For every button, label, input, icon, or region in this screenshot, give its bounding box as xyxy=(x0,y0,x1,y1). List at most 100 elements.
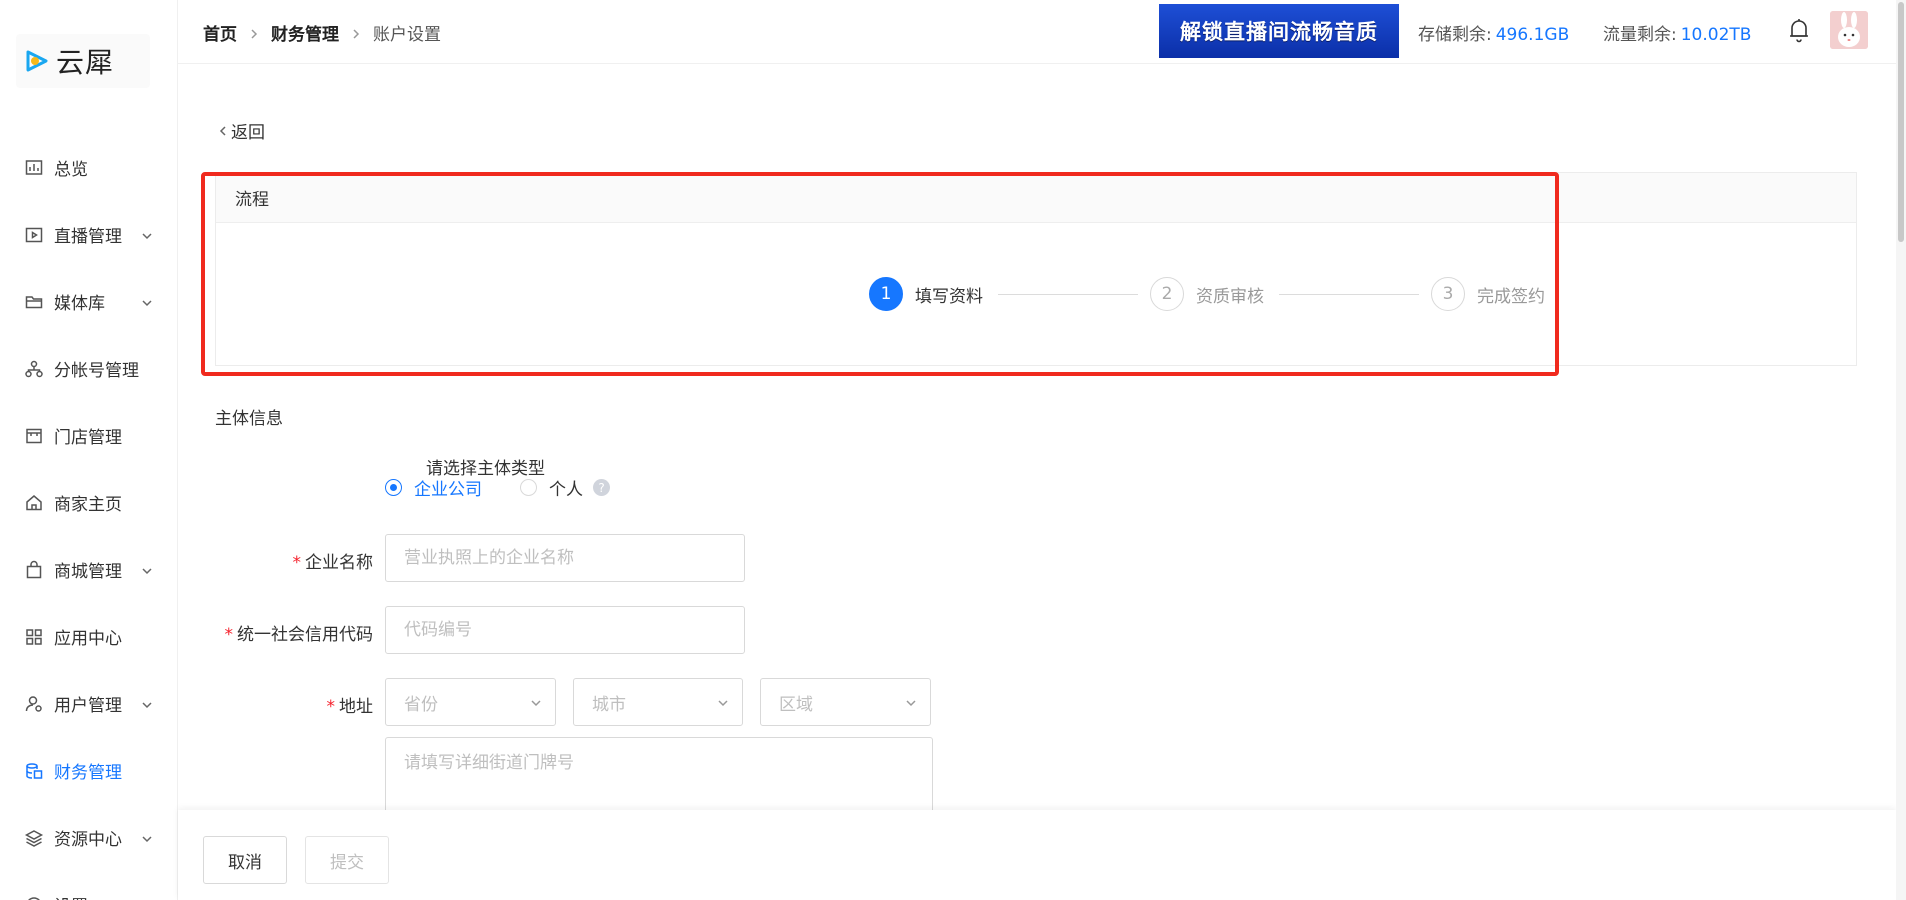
chevron-right-icon xyxy=(349,26,363,40)
sidebar-item-label: 设置 xyxy=(54,892,88,900)
sidebar-item-label: 直播管理 xyxy=(54,227,122,247)
breadcrumb-account-settings: 账户设置 xyxy=(373,25,441,45)
user-icon xyxy=(24,694,44,714)
step-label: 填写资料 xyxy=(915,286,983,307)
credit-code-input[interactable] xyxy=(385,606,745,654)
chart-icon xyxy=(24,158,44,178)
breadcrumb: 首页 财务管理 账户设置 xyxy=(203,20,441,45)
process-steps: 1 填写资料 2 资质审核 3 完成签约 xyxy=(216,223,1856,367)
step-sign: 3 完成签约 xyxy=(1431,277,1545,311)
sidebar-item-resources[interactable]: 资源中心 xyxy=(0,804,178,871)
scrollbar-thumb[interactable] xyxy=(1898,2,1904,242)
radio-company[interactable]: 企业公司 xyxy=(385,475,482,500)
radio-label: 企业公司 xyxy=(414,480,482,500)
avatar[interactable] xyxy=(1830,11,1868,49)
step-label: 资质审核 xyxy=(1196,286,1264,307)
chevron-down-icon xyxy=(140,563,154,577)
credit-code-label: * 统一社会信用代码 xyxy=(183,620,374,645)
bell-icon[interactable] xyxy=(1786,16,1812,44)
required-mark: * xyxy=(292,553,302,573)
step-number: 1 xyxy=(869,277,903,311)
play-icon xyxy=(24,225,44,245)
back-link[interactable]: 返回 xyxy=(217,118,265,143)
required-mark: * xyxy=(224,625,234,645)
grid-icon xyxy=(24,627,44,647)
step-number: 2 xyxy=(1150,277,1184,311)
chevron-down-icon xyxy=(140,697,154,711)
back-label: 返回 xyxy=(231,123,265,143)
help-icon[interactable]: ? xyxy=(593,479,610,496)
sidebar-item-merchant-home[interactable]: 商家主页 xyxy=(0,469,178,536)
sidebar-item-label: 分帐号管理 xyxy=(54,361,139,381)
coins-icon xyxy=(24,761,44,781)
traffic-value: 10.02TB xyxy=(1680,25,1752,45)
city-placeholder: 城市 xyxy=(592,694,626,715)
sidebar-item-overview[interactable]: 总览 xyxy=(0,134,178,201)
sidebar-item-live[interactable]: 直播管理 xyxy=(0,201,178,268)
chevron-down-icon xyxy=(140,228,154,242)
sidebar-item-app-center[interactable]: 应用中心 xyxy=(0,603,178,670)
step-number: 3 xyxy=(1431,277,1465,311)
credit-code-label-text: 统一社会信用代码 xyxy=(237,625,373,645)
chevron-left-icon xyxy=(219,125,226,136)
entity-type-radio-group: 企业公司 个人 ? xyxy=(385,475,610,500)
sidebar-item-mall[interactable]: 商城管理 xyxy=(0,536,178,603)
sidebar-item-label: 应用中心 xyxy=(54,629,122,649)
chevron-down-icon xyxy=(718,700,728,707)
radio-individual[interactable]: 个人 xyxy=(520,475,583,500)
breadcrumb-home[interactable]: 首页 xyxy=(203,20,237,45)
sidebar-item-label: 商家主页 xyxy=(54,495,122,515)
step-connector xyxy=(998,294,1138,295)
sidebar-item-sub-accounts[interactable]: 分帐号管理 xyxy=(0,335,178,402)
step-label: 完成签约 xyxy=(1477,286,1545,307)
sidebar-item-media[interactable]: 媒体库 xyxy=(0,268,178,335)
city-select[interactable]: 城市 xyxy=(573,678,743,726)
province-placeholder: 省份 xyxy=(404,694,438,715)
district-select[interactable]: 区域 xyxy=(760,678,931,726)
district-placeholder: 区域 xyxy=(779,694,813,715)
radio-label: 个人 xyxy=(549,480,583,500)
traffic-label: 流量剩余: xyxy=(1603,25,1677,45)
org-icon xyxy=(24,359,44,379)
province-select[interactable]: 省份 xyxy=(385,678,556,726)
storage-value: 496.1GB xyxy=(1495,25,1570,45)
sidebar-item-stores[interactable]: 门店管理 xyxy=(0,402,178,469)
process-title: 流程 xyxy=(216,173,1856,223)
rabbit-avatar-icon xyxy=(1830,11,1868,49)
home-icon xyxy=(24,493,44,513)
radio-dot xyxy=(520,479,537,496)
brand-logo[interactable]: 云犀 xyxy=(16,34,150,88)
sidebar-item-label: 总览 xyxy=(54,160,88,180)
storage-label: 存储剩余: xyxy=(1418,25,1492,45)
sidebar-item-users[interactable]: 用户管理 xyxy=(0,670,178,737)
step-fill-info: 1 填写资料 xyxy=(869,277,983,311)
chevron-down-icon xyxy=(140,831,154,845)
address-label: * 地址 xyxy=(183,692,374,717)
gear-icon xyxy=(24,895,44,900)
top-header: 首页 财务管理 账户设置 解锁直播间流畅音质 存储剩余: 496.1GB 流量剩余… xyxy=(178,0,1906,64)
brand-logo-icon xyxy=(26,50,48,72)
required-mark: * xyxy=(326,697,336,717)
process-card: 流程 1 填写资料 2 资质审核 3 完成签约 xyxy=(215,172,1857,366)
sidebar-item-finance[interactable]: 财务管理 xyxy=(0,737,178,804)
layers-icon xyxy=(24,828,44,848)
submit-button[interactable]: 提交 xyxy=(305,836,389,884)
bag-icon xyxy=(24,560,44,580)
chevron-down-icon xyxy=(906,700,916,707)
address-label-text: 地址 xyxy=(339,697,373,717)
form-footer: 取消 提交 xyxy=(178,810,1896,900)
sidebar-item-settings[interactable]: 设置 xyxy=(0,871,178,900)
store-icon xyxy=(24,426,44,446)
promo-banner[interactable]: 解锁直播间流畅音质 xyxy=(1159,4,1399,58)
traffic-remaining: 流量剩余: 10.02TB xyxy=(1603,20,1751,45)
chevron-down-icon xyxy=(531,700,541,707)
step-connector xyxy=(1279,294,1419,295)
breadcrumb-finance[interactable]: 财务管理 xyxy=(271,20,339,45)
sidebar-item-label: 资源中心 xyxy=(54,830,122,850)
company-name-label: * 企业名称 xyxy=(183,548,374,573)
company-name-input[interactable] xyxy=(385,534,745,582)
cancel-button[interactable]: 取消 xyxy=(203,836,287,884)
section-title: 主体信息 xyxy=(215,409,283,429)
sidebar-item-label: 财务管理 xyxy=(54,763,122,783)
sidebar: 云犀 总览 直播管理 媒体库 分帐号管理 门店管理 商家主页 商城管理 应用中心… xyxy=(0,0,178,900)
